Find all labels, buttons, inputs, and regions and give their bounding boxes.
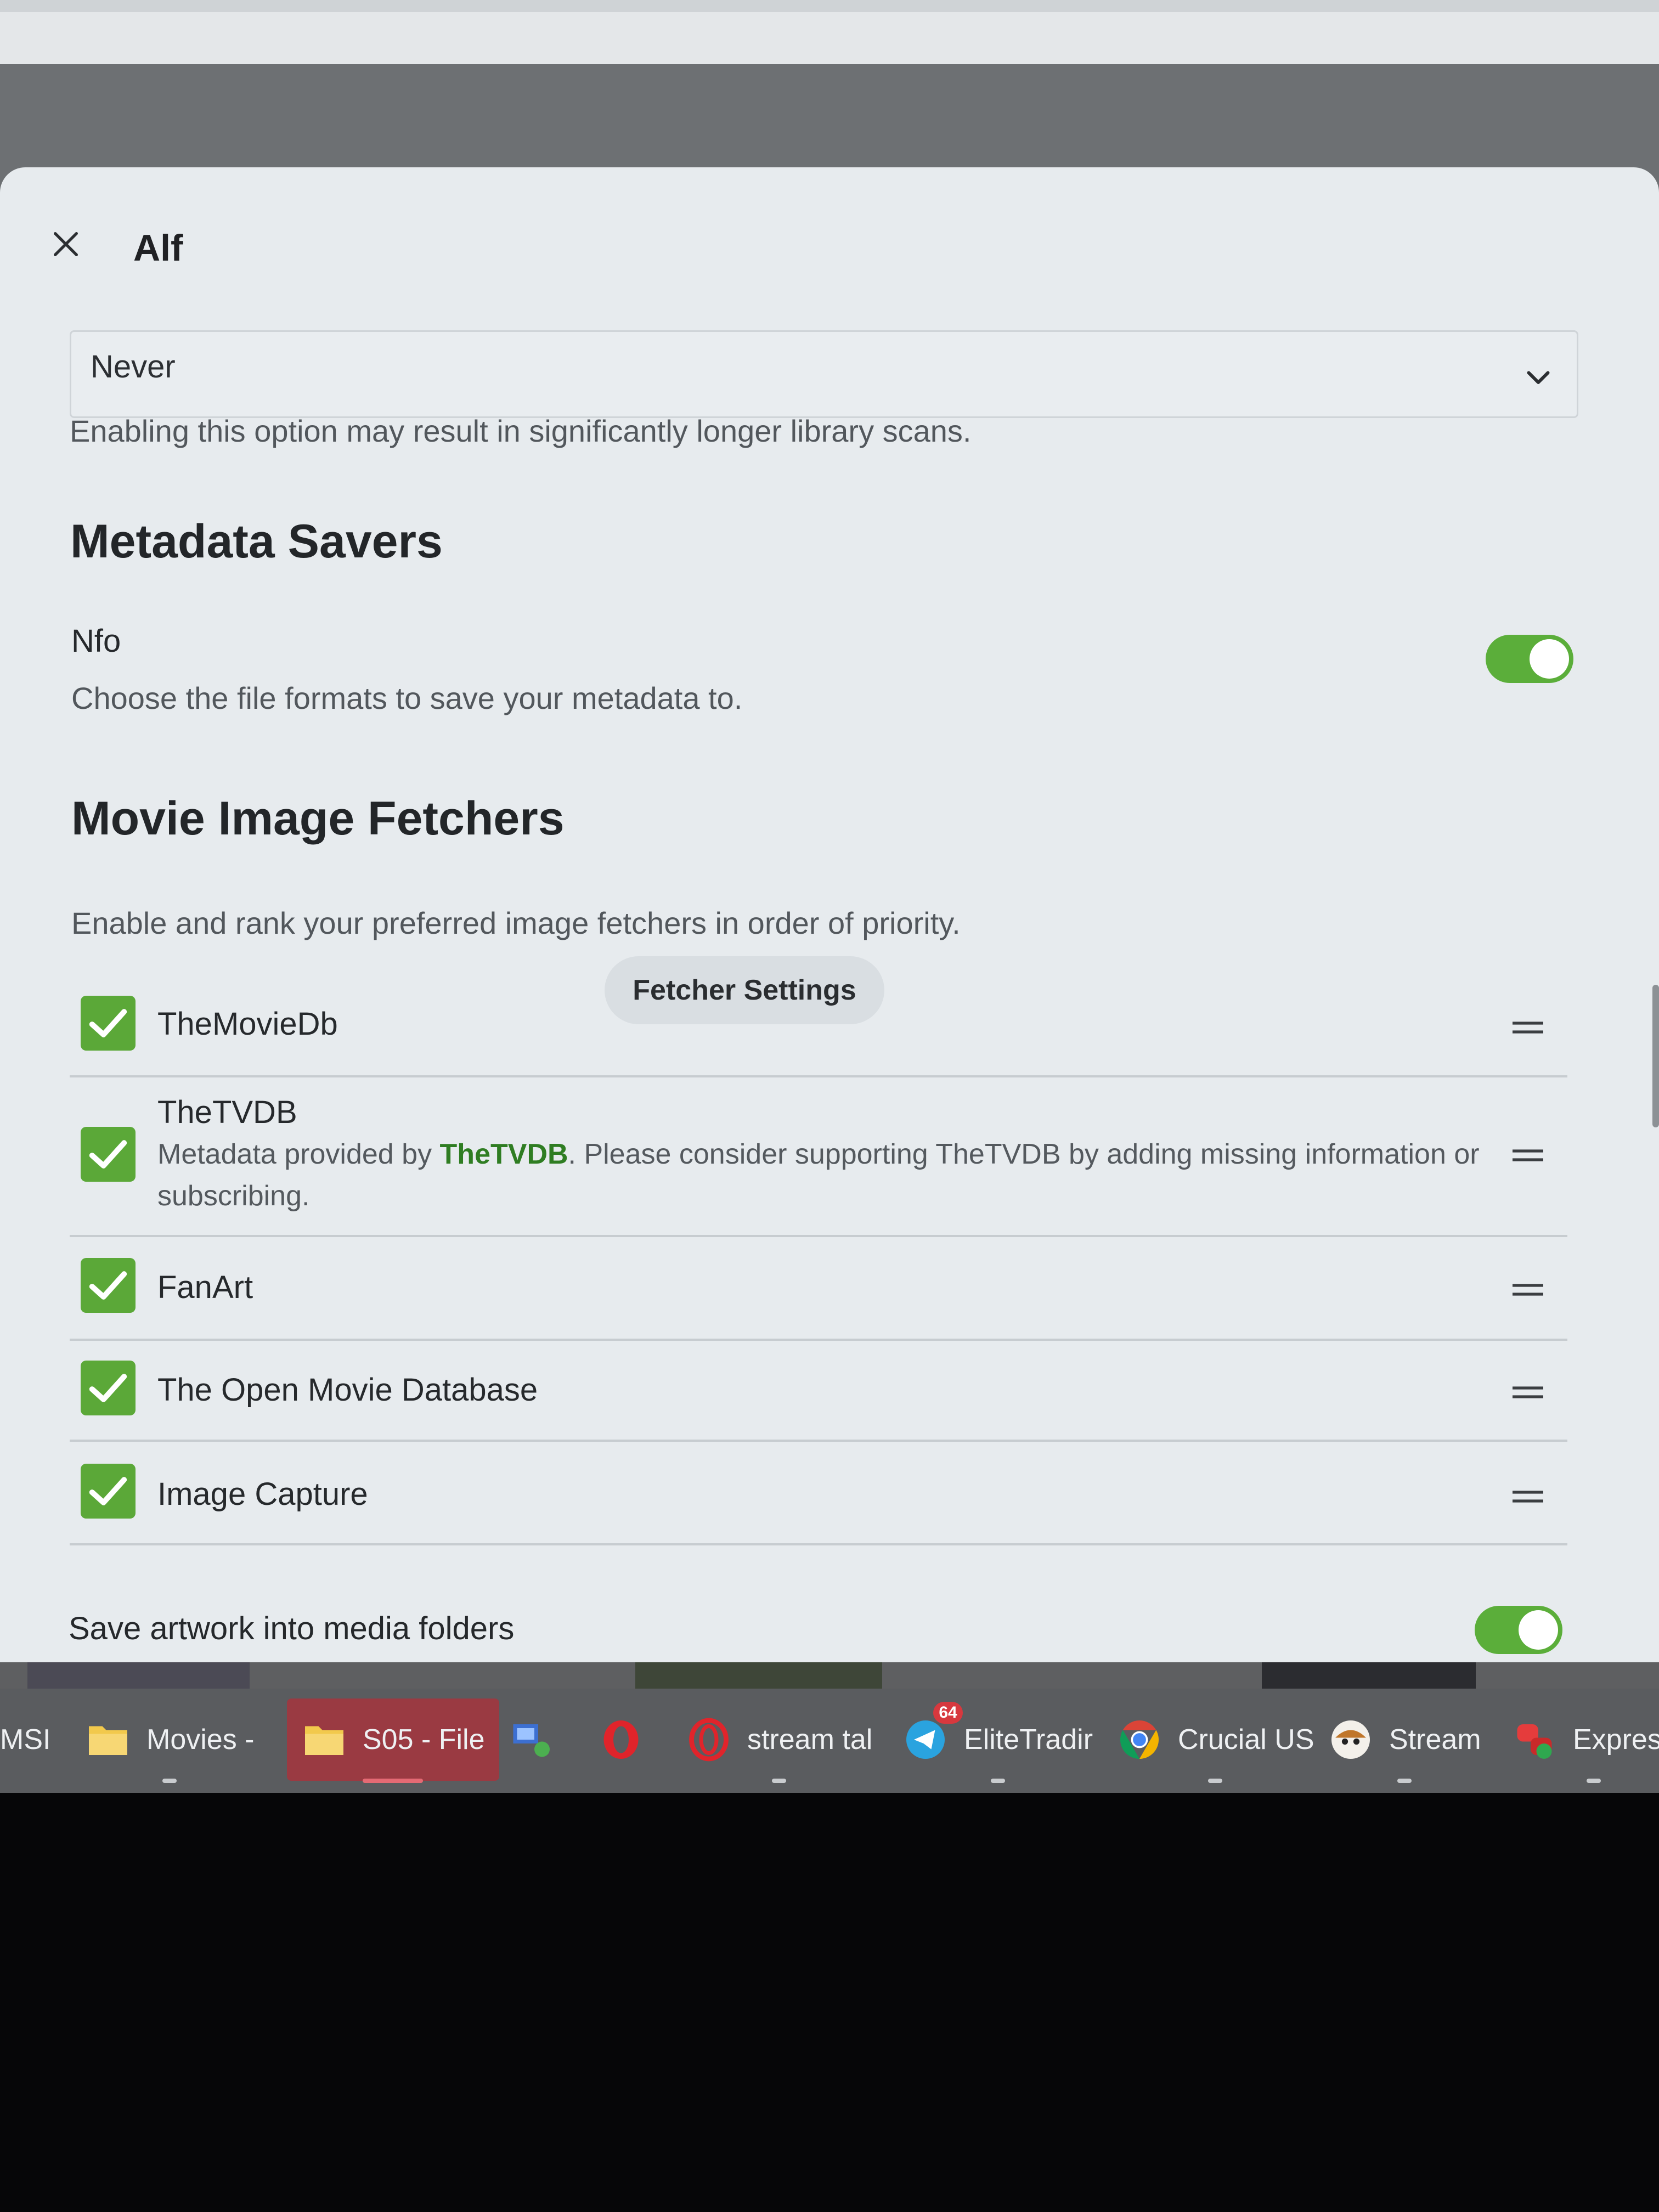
taskbar-item-chrome[interactable]: Crucial US [1116, 1699, 1314, 1783]
taskbar-item-network[interactable] [507, 1699, 554, 1781]
thumbnail-preview [1262, 1662, 1476, 1689]
checkmark-icon [89, 1271, 127, 1300]
metadata-savers-help: Choose the file formats to save your met… [71, 681, 743, 715]
themoviedb-checkbox[interactable] [81, 996, 136, 1051]
running-indicator [990, 1779, 1005, 1783]
python-icon [1511, 1717, 1558, 1763]
drag-handle-icon[interactable] [1510, 1486, 1545, 1508]
taskbar-label: Crucial US [1178, 1724, 1314, 1756]
taskbar-label: Stream [1389, 1724, 1481, 1756]
checkmark-icon [89, 1374, 127, 1402]
running-indicator [1208, 1779, 1223, 1783]
metadata-savers-title: Metadata Savers [70, 515, 443, 568]
running-indicator [1397, 1779, 1412, 1783]
thumbnail-preview [635, 1662, 882, 1689]
checkmark-icon [89, 1009, 127, 1037]
running-indicator [162, 1779, 177, 1783]
omdb-checkbox[interactable] [81, 1361, 136, 1415]
monitor-bezel-bottom [0, 1793, 1659, 2212]
running-indicator [772, 1779, 787, 1783]
taskbar: MSI Movies - S05 - File stream tal 64 El… [0, 1689, 1659, 1793]
taskbar-label: MSI [0, 1724, 51, 1756]
thumbnail-preview [27, 1662, 250, 1689]
chevron-down-icon [1527, 371, 1550, 384]
taskbar-item-s05-folder[interactable]: S05 - File [287, 1699, 499, 1783]
drag-handle-icon[interactable] [1510, 1144, 1545, 1166]
fetcher-row-omdb[interactable]: The Open Movie Database [70, 1341, 1567, 1442]
select-help-text: Enabling this option may result in signi… [70, 414, 972, 448]
image-fetchers-title: Movie Image Fetchers [71, 792, 565, 845]
dialog-title: Alf [133, 227, 183, 269]
toggle-knob [1519, 1610, 1558, 1650]
running-indicator [1586, 1779, 1601, 1783]
fetcher-name: Image Capture [157, 1476, 368, 1512]
taskbar-item-msi[interactable]: MSI [0, 1699, 50, 1781]
running-indicator [363, 1779, 424, 1783]
checkmark-icon [89, 1140, 127, 1169]
nfo-label: Nfo [71, 623, 121, 659]
library-settings-dialog: Alf Never Enabling this option may resul… [0, 167, 1659, 1662]
folder-icon [301, 1717, 347, 1763]
close-icon [54, 232, 78, 256]
select-value: Never [91, 349, 176, 385]
fetcher-name: TheTVDB [157, 1094, 297, 1130]
screen-bezel-top [0, 0, 1659, 12]
image-fetchers-help: Enable and rank your preferred image fet… [71, 906, 961, 940]
opera-gx-icon [686, 1717, 732, 1763]
streamlabs-icon [1328, 1717, 1374, 1763]
opera-icon [598, 1717, 644, 1763]
save-artwork-toggle[interactable] [1475, 1606, 1562, 1654]
taskbar-label: EliteTradir [964, 1724, 1093, 1756]
taskbar-label: stream tal [747, 1724, 873, 1756]
network-icon [507, 1717, 554, 1763]
taskbar-label: Movies - [146, 1724, 255, 1756]
close-button[interactable] [44, 222, 88, 266]
thetvdb-checkbox[interactable] [81, 1127, 136, 1182]
browser-top-strip [0, 12, 1659, 64]
taskbar-item-opera[interactable] [598, 1699, 644, 1781]
window-thumbnail-strip [0, 1662, 1659, 1689]
fetcher-row-themoviedb[interactable]: TheMovieDb [70, 974, 1567, 1077]
checkmark-icon [89, 1477, 127, 1505]
dialog-scrollbar[interactable] [1652, 985, 1659, 1127]
toggle-knob [1530, 639, 1569, 679]
chrome-icon [1116, 1717, 1163, 1763]
fetcher-row-thetvdb[interactable]: TheTVDB Metadata provided by TheTVDB. Pl… [70, 1077, 1567, 1237]
taskbar-item-streamlabs[interactable]: Stream [1328, 1699, 1481, 1783]
thetvdb-description: Metadata provided by TheTVDB. Please con… [157, 1133, 1485, 1217]
fetcher-name: FanArt [157, 1269, 253, 1305]
taskbar-item-express[interactable]: Express [1511, 1699, 1659, 1783]
folder-icon [85, 1717, 131, 1763]
notification-badge: 64 [933, 1702, 963, 1724]
scan-option-select[interactable]: Never [70, 330, 1578, 418]
drag-handle-icon[interactable] [1510, 1017, 1545, 1039]
fanart-checkbox[interactable] [81, 1258, 136, 1313]
taskbar-item-opera-gx[interactable]: stream tal [686, 1699, 873, 1783]
taskbar-label: S05 - File [363, 1724, 485, 1756]
taskbar-item-telegram[interactable]: 64 EliteTradir [902, 1699, 1093, 1783]
fetcher-name: The Open Movie Database [157, 1372, 538, 1408]
dialog-header: Alf [0, 167, 1659, 310]
fetcher-row-image-capture[interactable]: Image Capture [70, 1442, 1567, 1545]
save-artwork-label: Save artwork into media folders [69, 1611, 515, 1646]
thetvdb-link[interactable]: TheTVDB [440, 1138, 568, 1170]
drag-handle-icon[interactable] [1510, 1381, 1545, 1403]
desc-prefix: Metadata provided by [157, 1138, 440, 1170]
fetcher-name: TheMovieDb [157, 1006, 338, 1042]
drag-handle-icon[interactable] [1510, 1279, 1545, 1301]
taskbar-item-movies-folder[interactable]: Movies - [85, 1699, 255, 1783]
image-capture-checkbox[interactable] [81, 1464, 136, 1519]
fetcher-row-fanart[interactable]: FanArt [70, 1237, 1567, 1341]
nfo-toggle[interactable] [1486, 635, 1573, 683]
taskbar-label: Express [1573, 1724, 1659, 1756]
